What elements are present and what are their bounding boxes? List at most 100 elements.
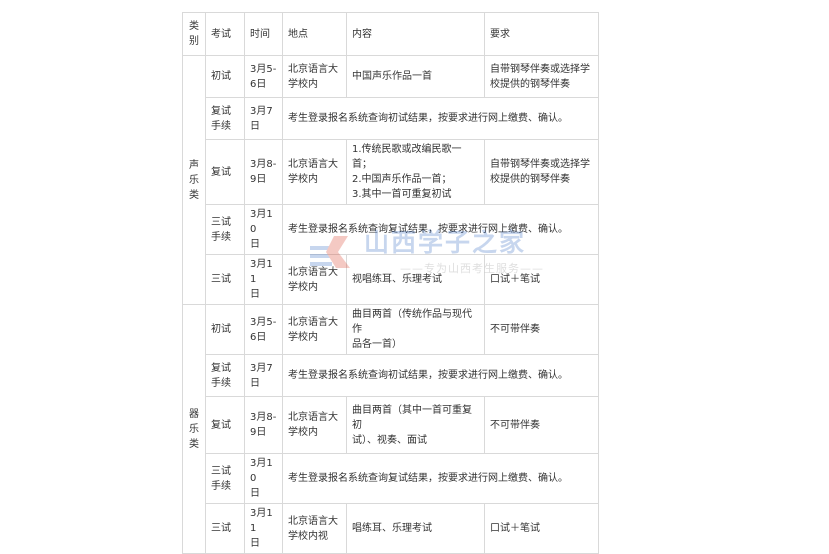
stage-cell-line: 复试 [211, 362, 231, 374]
table-row: 复试 3月8- 9日 北京语言大 学校内 曲目两首（其中一首可重复初 试）、视奏、面试 不可带… [183, 396, 599, 454]
stage-cell-line: 三试 [211, 274, 231, 285]
stage-cell-line: 复试 [211, 419, 231, 431]
time-cell-line: 日 [250, 377, 260, 389]
procedure-note-cell: 考生登录报名系统查询复试结果，按要求进行网上缴费、确认。 [282, 204, 599, 255]
time-cell: 3月11 日 [244, 254, 283, 305]
time-cell: 3月11 日 [244, 503, 283, 554]
time-cell-line: 3月11 [250, 259, 273, 285]
stage-cell: 三试 [205, 254, 245, 305]
place-cell: 北京语言大 学校内 [282, 254, 347, 305]
category-cell-line: 乐 [189, 174, 199, 186]
content-cell: 1.传统民歌或改编民歌一首； 2.中国声乐作品一首； 3.其中一首可重复初试 [346, 139, 485, 205]
place-cell: 北京语言大 学校内视 [282, 503, 347, 554]
time-cell-line: 日 [250, 488, 260, 499]
header-requirement: 要求 [484, 12, 599, 56]
place-cell-line: 学校内 [288, 427, 318, 438]
table-body: 类 别 考试 时间 地点 内容 要求 声乐类初试 3月5- 6日 北京语言大 学校内 中国… [182, 12, 599, 554]
content-cell: 视唱练耳、乐理考试 [346, 254, 485, 305]
place-cell: 北京语言大 学校内 [282, 396, 347, 454]
place-cell-line: 北京语言大 [288, 266, 338, 278]
content-cell-line: 曲目两首（传统作品与现代作 [352, 309, 472, 335]
table-row: 声乐类初试 3月5- 6日 北京语言大 学校内 中国声乐作品一首 自带钢琴伴奏或选择学 校提供… [182, 55, 599, 305]
category-cell-line: 声 [189, 159, 199, 171]
table-row: 三试 手续 3月10 日考生登录报名系统查询复试结果，按要求进行网上缴费、确认。 [183, 453, 599, 504]
place-cell: 北京语言大 学校内 [282, 304, 347, 355]
header-row: 类 别 考试 时间 地点 内容 要求 [182, 12, 599, 56]
content-cell: 曲目两首（其中一首可重复初 试）、视奏、面试 [346, 396, 485, 454]
time-cell-line: 日 [250, 239, 260, 250]
place-cell-line: 学校内视 [288, 530, 328, 542]
time-cell-line: 3月8- [250, 159, 277, 170]
stage-cell: 复试 手续 [205, 354, 245, 397]
stage-cell: 初试 [205, 55, 245, 98]
place-cell-line: 北京语言大 [288, 412, 338, 423]
header-stage: 考试 [205, 12, 245, 56]
time-cell-line: 3月11 [250, 508, 273, 534]
stage-cell-line: 三试 [211, 523, 231, 534]
exam-schedule-table: 类 别 考试 时间 地点 内容 要求 声乐类初试 3月5- 6日 北京语言大 学校内 中国… [182, 12, 599, 554]
time-cell-line: 6日 [250, 78, 267, 90]
stage-cell-line: 三试 [211, 465, 231, 477]
stage-cell-line: 手续 [211, 377, 231, 389]
time-cell-line: 日 [250, 538, 260, 549]
content-cell-line: 曲目两首（其中一首可重复初 [352, 404, 472, 431]
place-cell-line: 学校内 [288, 281, 318, 293]
requirement-cell-line: 口试＋笔试 [490, 274, 540, 285]
time-cell: 3月8- 9日 [244, 396, 283, 454]
category-cell: 器乐类 [182, 304, 206, 554]
place-cell-line: 北京语言大 [288, 63, 338, 75]
requirement-cell: 口试＋笔试 [484, 503, 599, 554]
content-cell-line: 1.传统民歌或改编民歌一首； [352, 144, 462, 170]
stage-cell: 三试 手续 [205, 204, 245, 255]
place-cell: 北京语言大 学校内 [282, 55, 347, 98]
time-cell: 3月5- 6日 [244, 55, 283, 98]
time-cell: 3月5- 6日 [244, 304, 283, 355]
place-cell-line: 北京语言大 [288, 316, 338, 328]
table-row: 复试 3月8- 9日 北京语言大 学校内 1.传统民歌或改编民歌一首； 2.中国声乐作品一首… [183, 139, 599, 205]
time-cell: 3月7 日 [244, 354, 283, 397]
stage-cell-line: 复试 [211, 105, 231, 117]
content-cell-line: 品各一首） [352, 339, 402, 350]
stage-cell: 三试 手续 [205, 453, 245, 504]
time-cell-line: 3月7 [250, 362, 273, 374]
time-cell-line: 3月5- [250, 63, 277, 75]
content-cell-line: 3.其中一首可重复初试 [352, 189, 452, 200]
time-cell: 3月7 日 [244, 97, 283, 140]
content-cell: 曲目两首（传统作品与现代作品各一首） [346, 304, 485, 355]
place-cell-line: 学校内 [288, 174, 318, 185]
stage-cell-line: 复试 [211, 166, 231, 178]
time-cell-line: 9日 [250, 427, 267, 438]
header-category-line: 类 [189, 21, 199, 32]
requirement-cell-line: 不可带伴奏 [490, 324, 540, 335]
requirement-cell: 不可带伴奏 [484, 396, 599, 454]
header-category: 类 别 [182, 12, 206, 56]
time-cell-line: 6日 [250, 331, 267, 343]
content-cell-line: 唱练耳、乐理考试 [352, 523, 432, 534]
time-cell: 3月8- 9日 [244, 139, 283, 205]
requirement-cell-line: 不可带伴奏 [490, 419, 540, 431]
time-cell: 3月10 日 [244, 453, 283, 504]
procedure-note-cell: 考生登录报名系统查询初试结果，按要求进行网上缴费、确认。 [282, 97, 599, 140]
header-place: 地点 [282, 12, 347, 56]
place-cell-line: 北京语言大 [288, 159, 338, 170]
content-cell: 唱练耳、乐理考试 [346, 503, 485, 554]
table-row: 三试3月11日北京语言大学校内视唱练耳、乐理考试口试＋笔试 [183, 254, 599, 305]
table-row: 三试 手续 3月10 日 考生登录报名系统查询复试结果，按要求进行网上缴费、确认。 [183, 204, 599, 255]
time-cell: 3月10 日 [244, 204, 283, 255]
requirement-cell-line: 口试＋笔试 [490, 523, 540, 534]
place-cell: 北京语言大 学校内 [282, 139, 347, 205]
category-cell-line: 器 [189, 408, 199, 420]
header-category-line: 别 [189, 36, 199, 47]
place-cell-line: 学校内 [288, 331, 318, 343]
requirement-cell: 口试＋笔试 [484, 254, 599, 305]
time-cell-line: 日 [250, 120, 260, 132]
stage-cell-line: 初试 [211, 71, 231, 82]
requirement-cell-line: 自带钢琴伴奏或选择学 [490, 63, 590, 75]
requirement-cell-line: 校提供的钢琴伴奏 [490, 174, 570, 185]
table-row: 三试 3月11 日 北京语言大学校内视唱练耳、乐理考试 口试＋笔试 [183, 503, 599, 554]
category-cell: 声乐类 [182, 55, 206, 305]
requirement-cell: 自带钢琴伴奏或选择学 校提供的钢琴伴奏 [484, 55, 599, 98]
header-time: 时间 [244, 12, 283, 56]
time-cell-line: 日 [250, 289, 260, 300]
time-cell-line: 3月10 [250, 209, 273, 235]
